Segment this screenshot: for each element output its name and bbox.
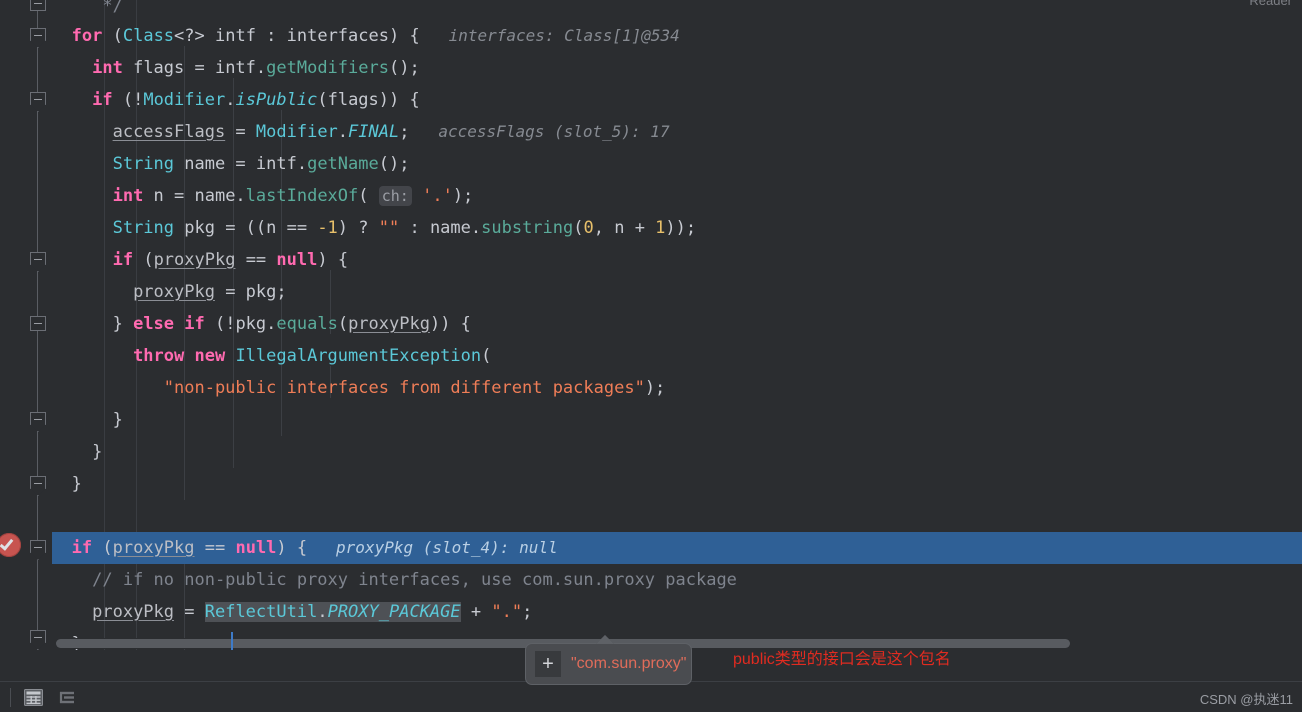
toolbar-divider bbox=[10, 688, 11, 707]
code-line-executing: if (proxyPkg == null) { proxyPkg (slot_4… bbox=[71, 538, 558, 558]
editor-gutter[interactable] bbox=[0, 0, 52, 650]
code-line: int n = name.lastIndexOf( ch: '.'); bbox=[112, 186, 474, 206]
code-line: String pkg = ((n == -1) ? "" : name.subs… bbox=[112, 218, 697, 238]
plus-icon[interactable]: + bbox=[535, 651, 561, 677]
code-line: throw new IllegalArgumentException( bbox=[133, 346, 492, 366]
code-folding-strip[interactable] bbox=[28, 0, 48, 650]
table-view-icon[interactable] bbox=[24, 689, 43, 706]
param-name-hint: ch: bbox=[378, 186, 412, 206]
code-line: } else if (!pkg.equals(proxyPkg)) { bbox=[112, 314, 471, 334]
ide-debugger-window: Reader */ for (Class<?> intf : interface… bbox=[0, 0, 1302, 712]
highlighted-identifier[interactable]: ReflectUtil.PROXY_PACKAGE bbox=[204, 602, 461, 622]
code-line: int flags = intf.getModifiers(); bbox=[92, 58, 420, 78]
verified-breakpoint-icon[interactable] bbox=[0, 533, 21, 557]
code-editor[interactable]: Reader */ for (Class<?> intf : interface… bbox=[0, 0, 1302, 650]
red-annotation-text: public类型的接口会是这个包名 bbox=[733, 651, 951, 668]
code-line: String name = intf.getName(); bbox=[112, 154, 410, 174]
fold-marker-collapse[interactable] bbox=[30, 630, 46, 643]
fold-marker-collapse[interactable] bbox=[30, 0, 46, 11]
code-line: "non-public interfaces from different pa… bbox=[163, 378, 666, 398]
list-view-icon[interactable] bbox=[58, 689, 77, 706]
code-line: if (proxyPkg == null) { bbox=[112, 250, 349, 270]
text-caret bbox=[231, 632, 233, 650]
fold-marker-collapse[interactable] bbox=[30, 252, 46, 265]
fold-marker-collapse[interactable] bbox=[30, 92, 46, 105]
value-tooltip-popup[interactable]: + "com.sun.proxy" bbox=[525, 635, 692, 685]
code-line: for (Class<?> intf : interfaces) { inter… bbox=[71, 26, 680, 46]
code-line: accessFlags = Modifier.FINAL; accessFlag… bbox=[112, 122, 670, 142]
code-line: if (!Modifier.isPublic(flags)) { bbox=[92, 90, 420, 110]
fold-marker-collapse[interactable] bbox=[30, 28, 46, 41]
fold-marker-collapse[interactable] bbox=[30, 316, 46, 331]
code-line: // if no non-public proxy interfaces, us… bbox=[92, 570, 737, 590]
code-line: proxyPkg = ReflectUtil.PROXY_PACKAGE + "… bbox=[92, 602, 533, 622]
code-text-layer[interactable]: */ for (Class<?> intf : interfaces) { in… bbox=[0, 0, 1302, 650]
fold-marker-collapse[interactable] bbox=[30, 540, 46, 553]
fold-marker-collapse[interactable] bbox=[30, 476, 46, 489]
csdn-watermark: CSDN @执迷11 bbox=[1199, 692, 1293, 707]
fold-marker-collapse[interactable] bbox=[30, 412, 46, 425]
bottom-toolbar: CSDN @执迷11 bbox=[0, 681, 1302, 712]
tooltip-value: "com.sun.proxy" bbox=[571, 655, 687, 672]
